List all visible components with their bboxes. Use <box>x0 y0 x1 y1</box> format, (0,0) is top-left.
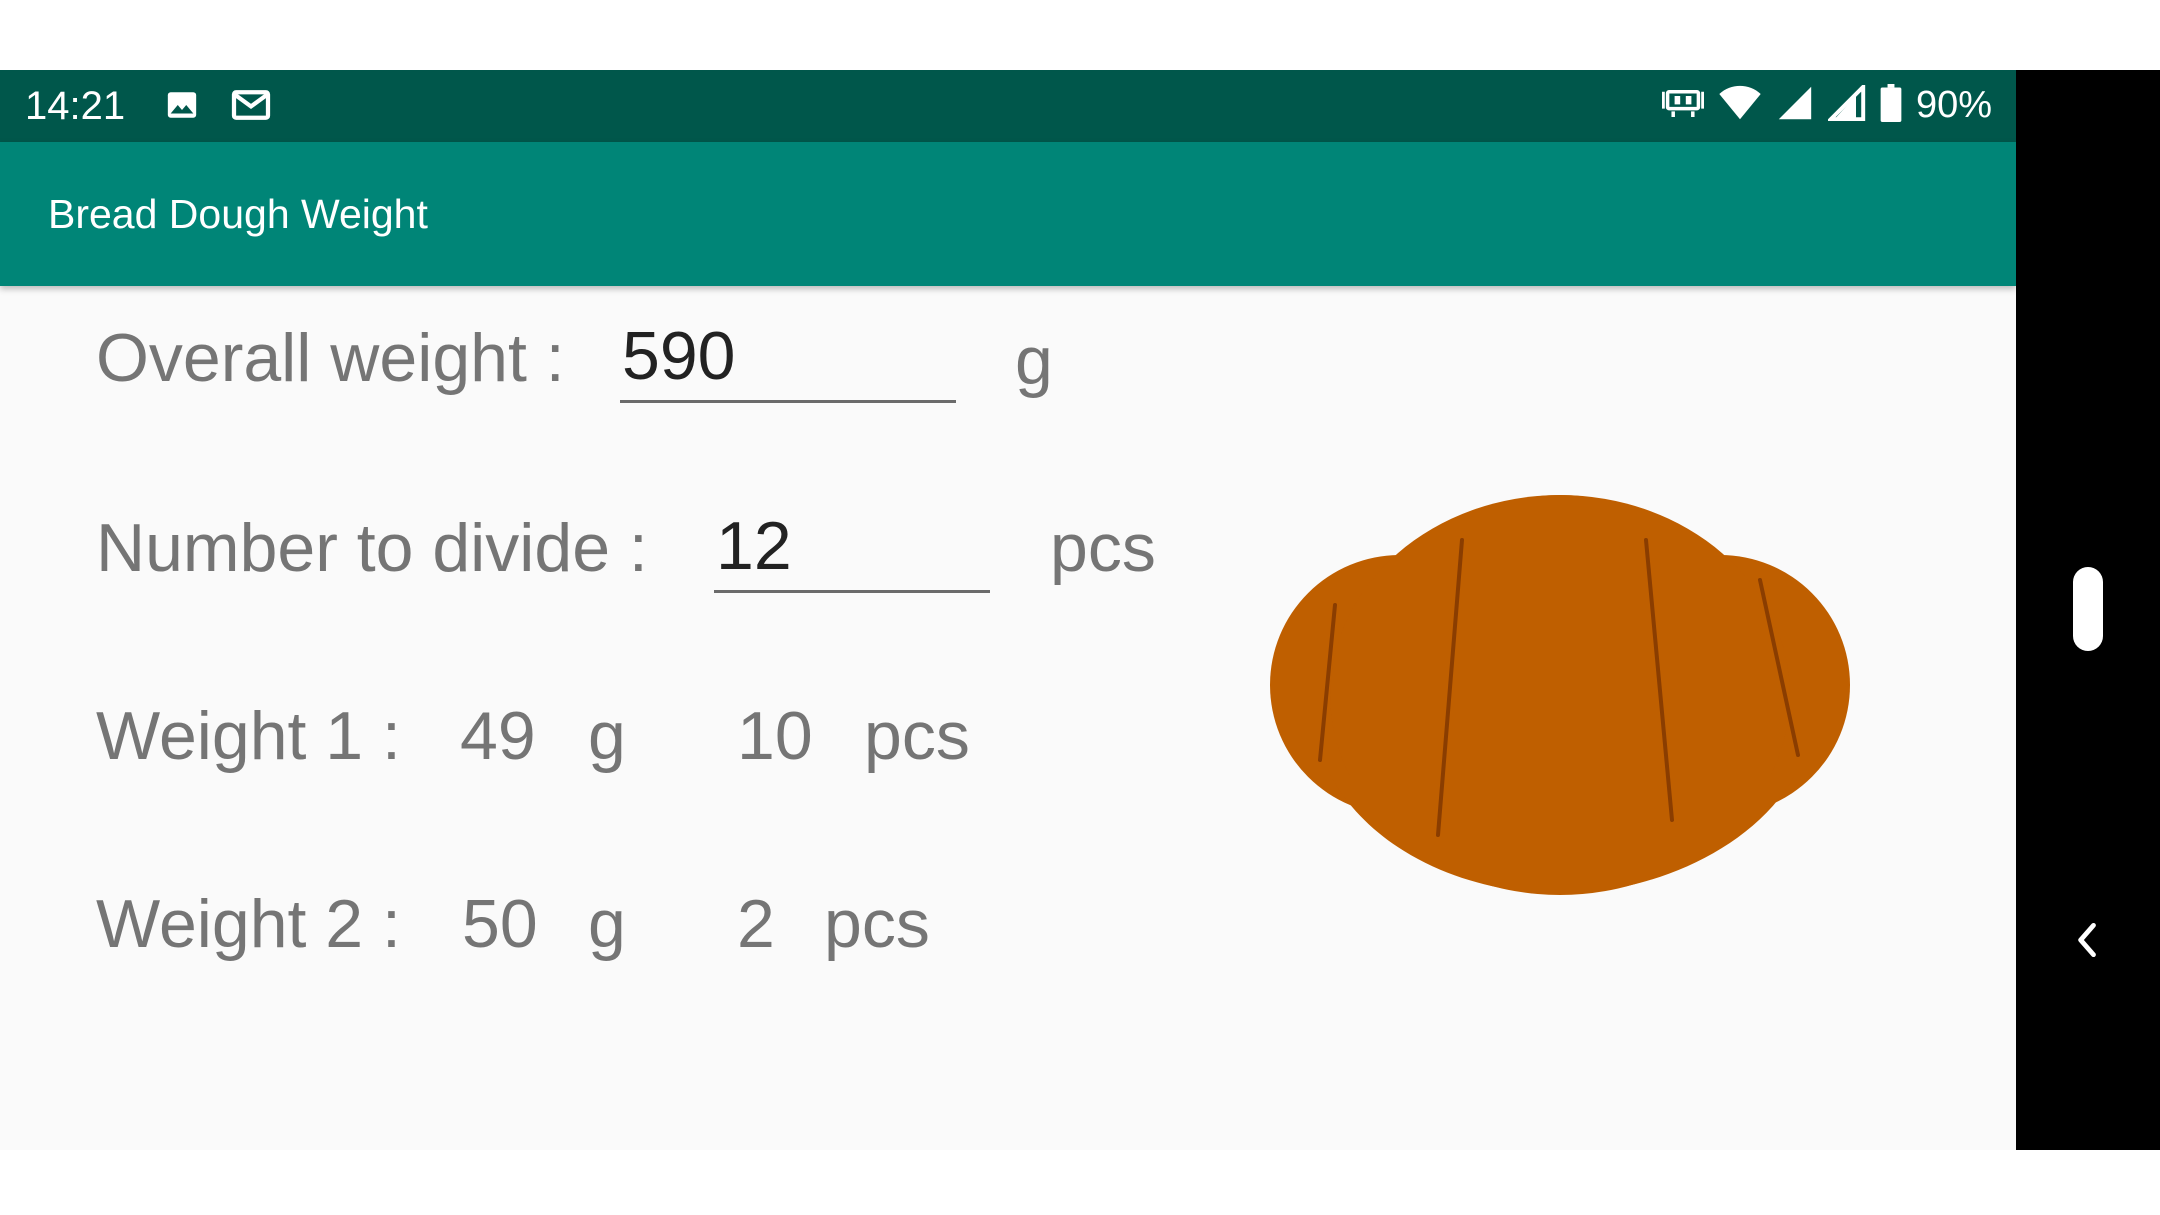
weight1-grams: 49 <box>460 698 536 774</box>
phone-screen: 14:21 90% Bread Dough Weight Overall wei… <box>0 70 2160 1150</box>
weight1-gram-unit: g <box>588 698 626 774</box>
weight2-count: 2 <box>737 886 775 962</box>
status-right: 90% <box>1661 80 1992 130</box>
weight2-grams: 50 <box>462 886 538 962</box>
overall-weight-value[interactable]: 590 <box>620 316 956 396</box>
number-to-divide-unit: pcs <box>1050 510 1156 586</box>
status-time: 14:21 <box>25 84 126 128</box>
number-to-divide-value[interactable]: 12 <box>714 506 990 586</box>
signal-icon <box>1825 81 1866 126</box>
overall-weight-label: Overall weight : <box>96 320 565 396</box>
weight1-count-unit: pcs <box>864 698 970 774</box>
back-button[interactable] <box>2066 918 2110 962</box>
notification-icons <box>165 88 271 127</box>
bread-roll-image <box>1260 475 1860 920</box>
weight2-gram-unit: g <box>588 886 626 962</box>
battery-icon <box>1880 83 1902 127</box>
number-to-divide-input[interactable]: 12 <box>714 506 990 593</box>
weight2-count-unit: pcs <box>824 886 930 962</box>
number-to-divide-label: Number to divide : <box>96 510 648 586</box>
battery-percent: 90% <box>1915 84 1992 126</box>
signal-icon <box>1776 85 1814 126</box>
overall-weight-unit: g <box>1015 323 1053 399</box>
app-title: Bread Dough Weight <box>48 191 428 237</box>
status-bar: 14:21 90% <box>0 70 2016 142</box>
image-icon <box>165 88 199 127</box>
gmail-icon <box>231 88 271 127</box>
app-bar: Bread Dough Weight <box>0 142 2016 286</box>
weight1-count: 10 <box>737 698 813 774</box>
navigation-bar <box>2016 70 2160 1150</box>
bread-roll-icon <box>1270 495 1850 895</box>
home-pill-button[interactable] <box>2073 567 2103 651</box>
wifi-icon <box>1718 85 1762 126</box>
weight2-label: Weight 2 : <box>96 886 401 962</box>
weight1-label: Weight 1 : <box>96 698 401 774</box>
vibrate-icon <box>1661 85 1704 126</box>
chevron-left-icon <box>2078 922 2096 958</box>
overall-weight-input[interactable]: 590 <box>620 316 956 403</box>
